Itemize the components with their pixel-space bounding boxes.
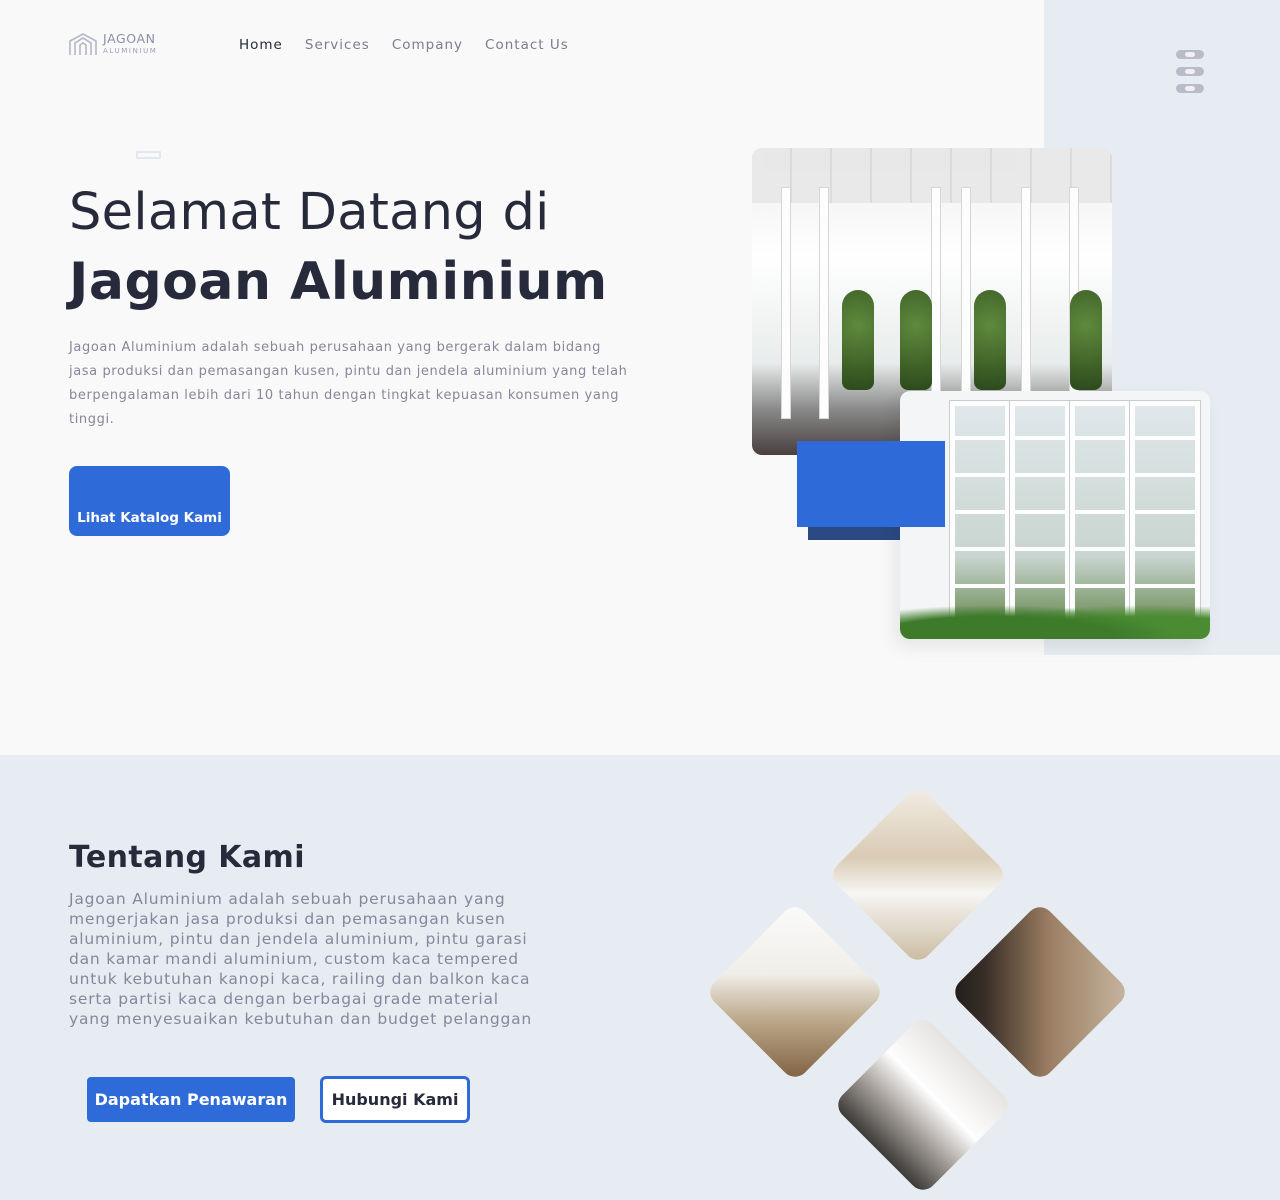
photo-window-panel <box>1130 401 1200 626</box>
photo-plant <box>900 290 932 390</box>
photo-grass <box>900 599 1210 639</box>
photo-frame <box>782 188 790 418</box>
nav-services[interactable]: Services <box>305 37 370 53</box>
instagram-icon[interactable] <box>1176 50 1204 59</box>
catalog-button[interactable]: Lihat Katalog Kami <box>69 466 230 536</box>
photo-plant <box>1070 290 1102 390</box>
contact-button[interactable]: Hubungi Kami <box>320 1076 470 1123</box>
photo-frame <box>962 188 970 418</box>
decorative-block <box>797 441 945 527</box>
get-offer-button[interactable]: Dapatkan Penawaran <box>87 1077 295 1122</box>
brand-logo[interactable]: JAGOAN ALUMINIUM <box>69 32 157 56</box>
photo-frame <box>932 188 940 418</box>
hero-description: Jagoan Aluminium adalah sebuah perusahaa… <box>69 340 628 427</box>
hero-title-line1: Selamat Datang di <box>69 183 550 242</box>
about-title: Tentang Kami <box>69 840 305 875</box>
nav-home[interactable]: Home <box>239 37 283 53</box>
hero-title-line2: Jagoan Aluminium <box>69 252 608 312</box>
logo-text: JAGOAN ALUMINIUM <box>103 33 157 55</box>
about-description: Jagoan Aluminium adalah sebuah perusahaa… <box>69 890 533 1028</box>
nav-company[interactable]: Company <box>392 37 463 53</box>
whatsapp-icon[interactable] <box>1176 67 1204 76</box>
logo-icon <box>69 33 97 55</box>
brand-name: JAGOAN <box>103 31 156 47</box>
nav-contact-us[interactable]: Contact Us <box>485 37 569 53</box>
photo-window-panel <box>950 401 1010 626</box>
photo-plant <box>842 290 874 390</box>
photo-frame <box>820 188 828 418</box>
photo-plant <box>974 290 1006 390</box>
photo-window-panel <box>1070 401 1130 626</box>
main-nav: Home Services Company Contact Us <box>239 37 569 53</box>
brand-sub: ALUMINIUM <box>103 46 158 55</box>
hero-photo-window-doors <box>900 391 1210 639</box>
social-links <box>1176 50 1204 93</box>
photo-window-panel <box>1010 401 1070 626</box>
photo-frame <box>1022 188 1030 418</box>
decorative-dash <box>136 151 161 159</box>
youtube-icon[interactable] <box>1176 84 1204 93</box>
